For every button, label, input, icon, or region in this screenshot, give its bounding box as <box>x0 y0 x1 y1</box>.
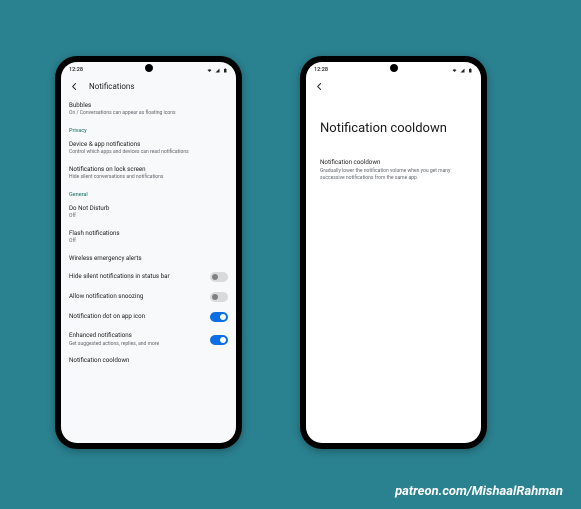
setting-sub: Gradually lower the notification volume … <box>320 168 467 182</box>
header-bar <box>306 76 481 97</box>
setting-sub: Off <box>69 213 222 220</box>
phone-right: 12:28 Notification cooldown Notification… <box>300 56 487 449</box>
setting-title: Device & app notifications <box>69 141 222 148</box>
camera-hole <box>145 64 153 72</box>
wifi-icon <box>207 68 212 73</box>
status-icons <box>452 68 473 73</box>
toggle-hide-silent[interactable] <box>210 272 228 282</box>
status-icons <box>207 68 228 73</box>
setting-cooldown-detail[interactable]: Notification cooldown Gradually lower th… <box>306 152 481 188</box>
phone-left: 12:28 Notifications Bubbles On / Conve <box>55 56 242 449</box>
setting-sub: Off <box>69 238 222 245</box>
setting-title: Wireless emergency alerts <box>69 255 222 262</box>
arrow-left-icon <box>70 82 79 91</box>
setting-title: Notification cooldown <box>69 357 222 364</box>
setting-sub: On / Conversations can appear as floatin… <box>69 110 222 117</box>
setting-hide-silent[interactable]: Hide silent notifications in status bar <box>69 267 228 287</box>
wifi-icon <box>452 68 457 73</box>
setting-sub: Control which apps and devices can read … <box>69 149 222 156</box>
setting-title: Notifications on lock screen <box>69 166 222 173</box>
battery-icon <box>223 68 228 73</box>
section-privacy: Privacy <box>69 122 228 136</box>
setting-lock-screen[interactable]: Notifications on lock screen Hide silent… <box>69 161 228 186</box>
setting-title: Hide silent notifications in status bar <box>69 273 204 280</box>
setting-device-app-notifications[interactable]: Device & app notifications Control which… <box>69 136 228 161</box>
setting-cooldown[interactable]: Notification cooldown <box>69 352 228 369</box>
credit-text: patreon.com/MishaalRahman <box>395 484 563 499</box>
setting-enhanced[interactable]: Enhanced notifications Get suggested act… <box>69 327 228 352</box>
signal-icon <box>215 68 220 73</box>
setting-snoozing[interactable]: Allow notification snoozing <box>69 287 228 307</box>
page-title: Notifications <box>89 82 134 91</box>
setting-title: Do Not Disturb <box>69 205 222 212</box>
toggle-snoozing[interactable] <box>210 292 228 302</box>
signal-icon <box>460 68 465 73</box>
setting-sub: Hide silent conversations and notificati… <box>69 174 222 181</box>
setting-title: Allow notification snoozing <box>69 293 204 300</box>
status-time: 12:28 <box>69 67 83 73</box>
setting-title: Bubbles <box>69 102 222 109</box>
setting-sub: Get suggested actions, replies, and more <box>69 341 204 348</box>
page-title: Notification cooldown <box>306 97 481 152</box>
arrow-left-icon <box>315 82 324 91</box>
toggle-dot[interactable] <box>210 312 228 322</box>
header-bar: Notifications <box>61 76 236 97</box>
camera-hole <box>390 64 398 72</box>
setting-title: Notification dot on app icon <box>69 313 204 320</box>
setting-title: Flash notifications <box>69 230 222 237</box>
setting-title: Notification cooldown <box>320 158 467 166</box>
status-time: 12:28 <box>314 67 328 73</box>
setting-dnd[interactable]: Do Not Disturb Off <box>69 200 228 225</box>
setting-wireless-alerts[interactable]: Wireless emergency alerts <box>69 250 228 267</box>
toggle-enhanced[interactable] <box>210 335 228 345</box>
setting-bubbles[interactable]: Bubbles On / Conversations can appear as… <box>69 97 228 122</box>
back-button[interactable] <box>314 81 324 91</box>
setting-flash-notifications[interactable]: Flash notifications Off <box>69 225 228 250</box>
setting-title: Enhanced notifications <box>69 332 204 339</box>
back-button[interactable] <box>69 81 79 91</box>
battery-icon <box>468 68 473 73</box>
setting-dot[interactable]: Notification dot on app icon <box>69 307 228 327</box>
section-general: General <box>69 186 228 200</box>
